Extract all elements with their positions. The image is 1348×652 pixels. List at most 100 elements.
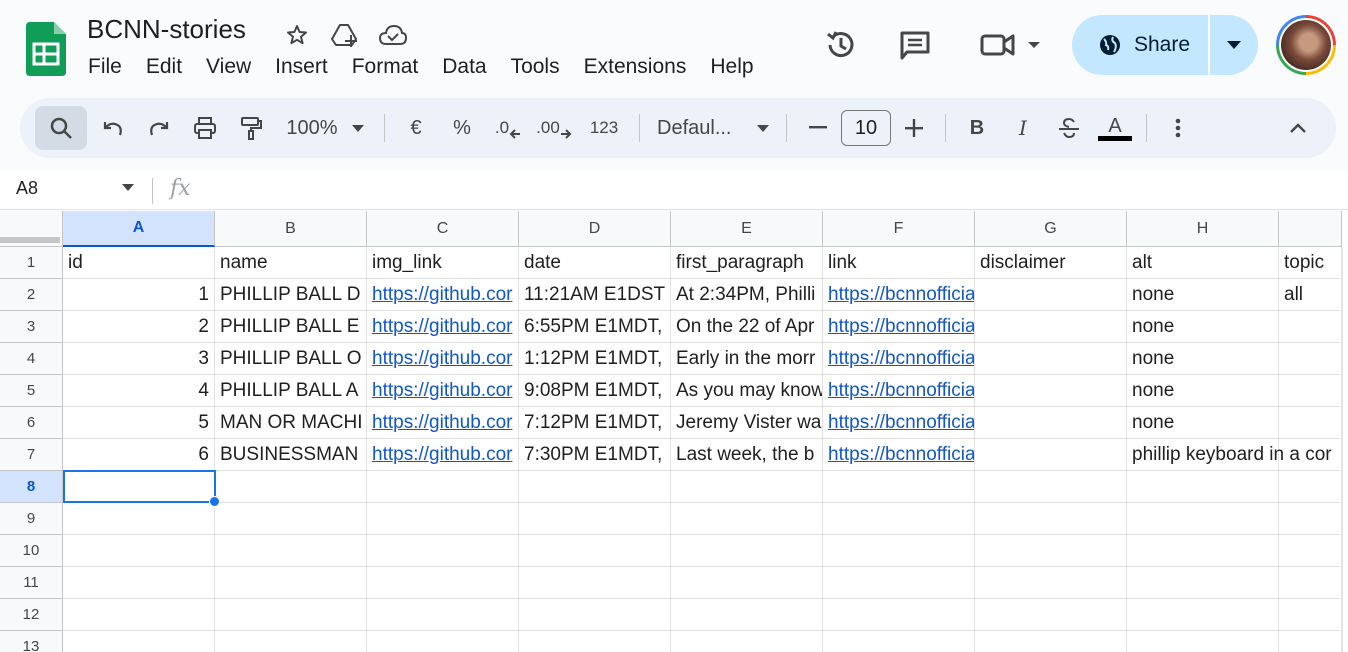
empty-cell[interactable]	[975, 599, 1127, 631]
header-cell[interactable]: disclaimer	[975, 247, 1127, 279]
cloud-saved-icon[interactable]	[376, 20, 410, 50]
header-cell[interactable]: date	[519, 247, 671, 279]
table-cell[interactable]: At 2:34PM, Philli	[671, 279, 823, 311]
column-header-partial[interactable]	[1279, 211, 1342, 247]
header-cell[interactable]: alt	[1127, 247, 1279, 279]
menu-edit[interactable]: Edit	[134, 53, 194, 81]
table-cell[interactable]: none	[1127, 279, 1279, 311]
row-header-10[interactable]: 10	[0, 535, 63, 567]
table-cell[interactable]: 11:21AM E1DST	[519, 279, 671, 311]
empty-cell[interactable]	[671, 599, 823, 631]
meet-icon[interactable]	[975, 24, 1045, 66]
empty-cell[interactable]	[823, 599, 975, 631]
empty-cell[interactable]	[367, 535, 519, 567]
menu-help[interactable]: Help	[698, 53, 765, 81]
row-header-9[interactable]: 9	[0, 503, 63, 535]
vertical-scrollbar[interactable]	[1342, 247, 1348, 652]
empty-cell[interactable]	[823, 471, 975, 503]
text-color-button[interactable]: A	[1095, 108, 1135, 148]
row-header-8[interactable]: 8	[0, 471, 63, 503]
redo-icon[interactable]	[139, 108, 179, 148]
column-header-g[interactable]: G	[975, 211, 1127, 247]
table-cell[interactable]: https://github.cor	[367, 407, 519, 439]
column-header-h[interactable]: H	[1127, 211, 1279, 247]
share-options-chevron-icon[interactable]	[1210, 15, 1258, 75]
table-cell[interactable]: https://github.cor	[367, 375, 519, 407]
empty-cell[interactable]	[215, 599, 367, 631]
name-box[interactable]: A8	[16, 178, 38, 199]
row-header-11[interactable]: 11	[0, 567, 63, 599]
hide-menus-chevron-up-icon[interactable]	[1278, 108, 1318, 148]
table-cell[interactable]: 1:12PM E1MDT,	[519, 343, 671, 375]
empty-cell[interactable]	[367, 599, 519, 631]
table-cell[interactable]: https://bcnnofficia	[823, 439, 975, 471]
increase-decimal-button[interactable]: .00	[534, 108, 574, 148]
table-cell[interactable]: BUSINESSMAN	[215, 439, 367, 471]
column-header-c[interactable]: C	[367, 211, 519, 247]
empty-cell[interactable]	[671, 503, 823, 535]
table-cell[interactable]: none	[1127, 311, 1279, 343]
empty-cell[interactable]	[1127, 535, 1279, 567]
table-cell[interactable]: phillip keyboard in a cor	[1127, 439, 1332, 471]
empty-cell[interactable]	[975, 535, 1127, 567]
table-cell[interactable]	[975, 407, 1127, 439]
header-cell[interactable]: topic	[1279, 247, 1342, 279]
empty-cell[interactable]	[215, 503, 367, 535]
strikethrough-icon[interactable]	[1049, 108, 1089, 148]
document-title[interactable]: BCNN-stories	[87, 14, 246, 45]
empty-cell[interactable]	[63, 631, 215, 652]
increase-font-size-icon[interactable]	[894, 108, 934, 148]
empty-cell[interactable]	[367, 503, 519, 535]
empty-cell[interactable]	[1127, 503, 1279, 535]
column-header-e[interactable]: E	[671, 211, 823, 247]
table-cell[interactable]: 5	[63, 407, 215, 439]
table-cell[interactable]: Early in the morr	[671, 343, 823, 375]
table-cell[interactable]: https://bcnnofficia	[823, 311, 975, 343]
table-cell[interactable]: 7:30PM E1MDT,	[519, 439, 671, 471]
row-header-7[interactable]: 7	[0, 439, 63, 471]
search-menus-icon[interactable]	[35, 106, 87, 150]
number-format-button[interactable]: 123	[580, 108, 628, 148]
empty-cell[interactable]	[1279, 535, 1342, 567]
empty-cell[interactable]	[1279, 471, 1342, 503]
empty-cell[interactable]	[63, 503, 215, 535]
table-cell[interactable]: Last week, the b	[671, 439, 823, 471]
menu-data[interactable]: Data	[430, 53, 498, 81]
row-header-3[interactable]: 3	[0, 311, 63, 343]
currency-format-button[interactable]: €	[396, 108, 436, 148]
table-cell[interactable]: 2	[63, 311, 215, 343]
table-cell[interactable]: https://github.cor	[367, 439, 519, 471]
row-header-6[interactable]: 6	[0, 407, 63, 439]
table-cell[interactable]: PHILLIP BALL A	[215, 375, 367, 407]
table-cell[interactable]: PHILLIP BALL E	[215, 311, 367, 343]
selected-cell-box[interactable]	[63, 470, 220, 507]
more-options-icon[interactable]	[1158, 108, 1198, 148]
column-header-b[interactable]: B	[215, 211, 367, 247]
empty-cell[interactable]	[367, 471, 519, 503]
header-cell[interactable]: first_paragraph	[671, 247, 823, 279]
empty-cell[interactable]	[519, 503, 671, 535]
table-cell[interactable]: 6:55PM E1MDT,	[519, 311, 671, 343]
header-cell[interactable]: name	[215, 247, 367, 279]
menu-file[interactable]: File	[76, 53, 134, 81]
empty-cell[interactable]	[671, 631, 823, 652]
move-to-drive-icon[interactable]	[328, 20, 362, 50]
table-cell[interactable]: https://github.cor	[367, 311, 519, 343]
empty-cell[interactable]	[823, 567, 975, 599]
empty-cell[interactable]	[215, 631, 367, 652]
menu-insert[interactable]: Insert	[263, 53, 340, 81]
menu-format[interactable]: Format	[340, 53, 431, 81]
empty-cell[interactable]	[823, 535, 975, 567]
empty-cell[interactable]	[519, 631, 671, 652]
empty-cell[interactable]	[215, 535, 367, 567]
empty-cell[interactable]	[671, 535, 823, 567]
italic-button[interactable]: I	[1003, 108, 1043, 148]
empty-cell[interactable]	[1127, 471, 1279, 503]
table-cell[interactable]: https://bcnnofficia	[823, 375, 975, 407]
header-cell[interactable]: id	[63, 247, 215, 279]
empty-cell[interactable]	[519, 535, 671, 567]
table-cell[interactable]: https://bcnnofficia	[823, 407, 975, 439]
empty-cell[interactable]	[975, 567, 1127, 599]
table-cell[interactable]	[1279, 311, 1342, 343]
sheets-logo-icon[interactable]	[26, 22, 66, 76]
